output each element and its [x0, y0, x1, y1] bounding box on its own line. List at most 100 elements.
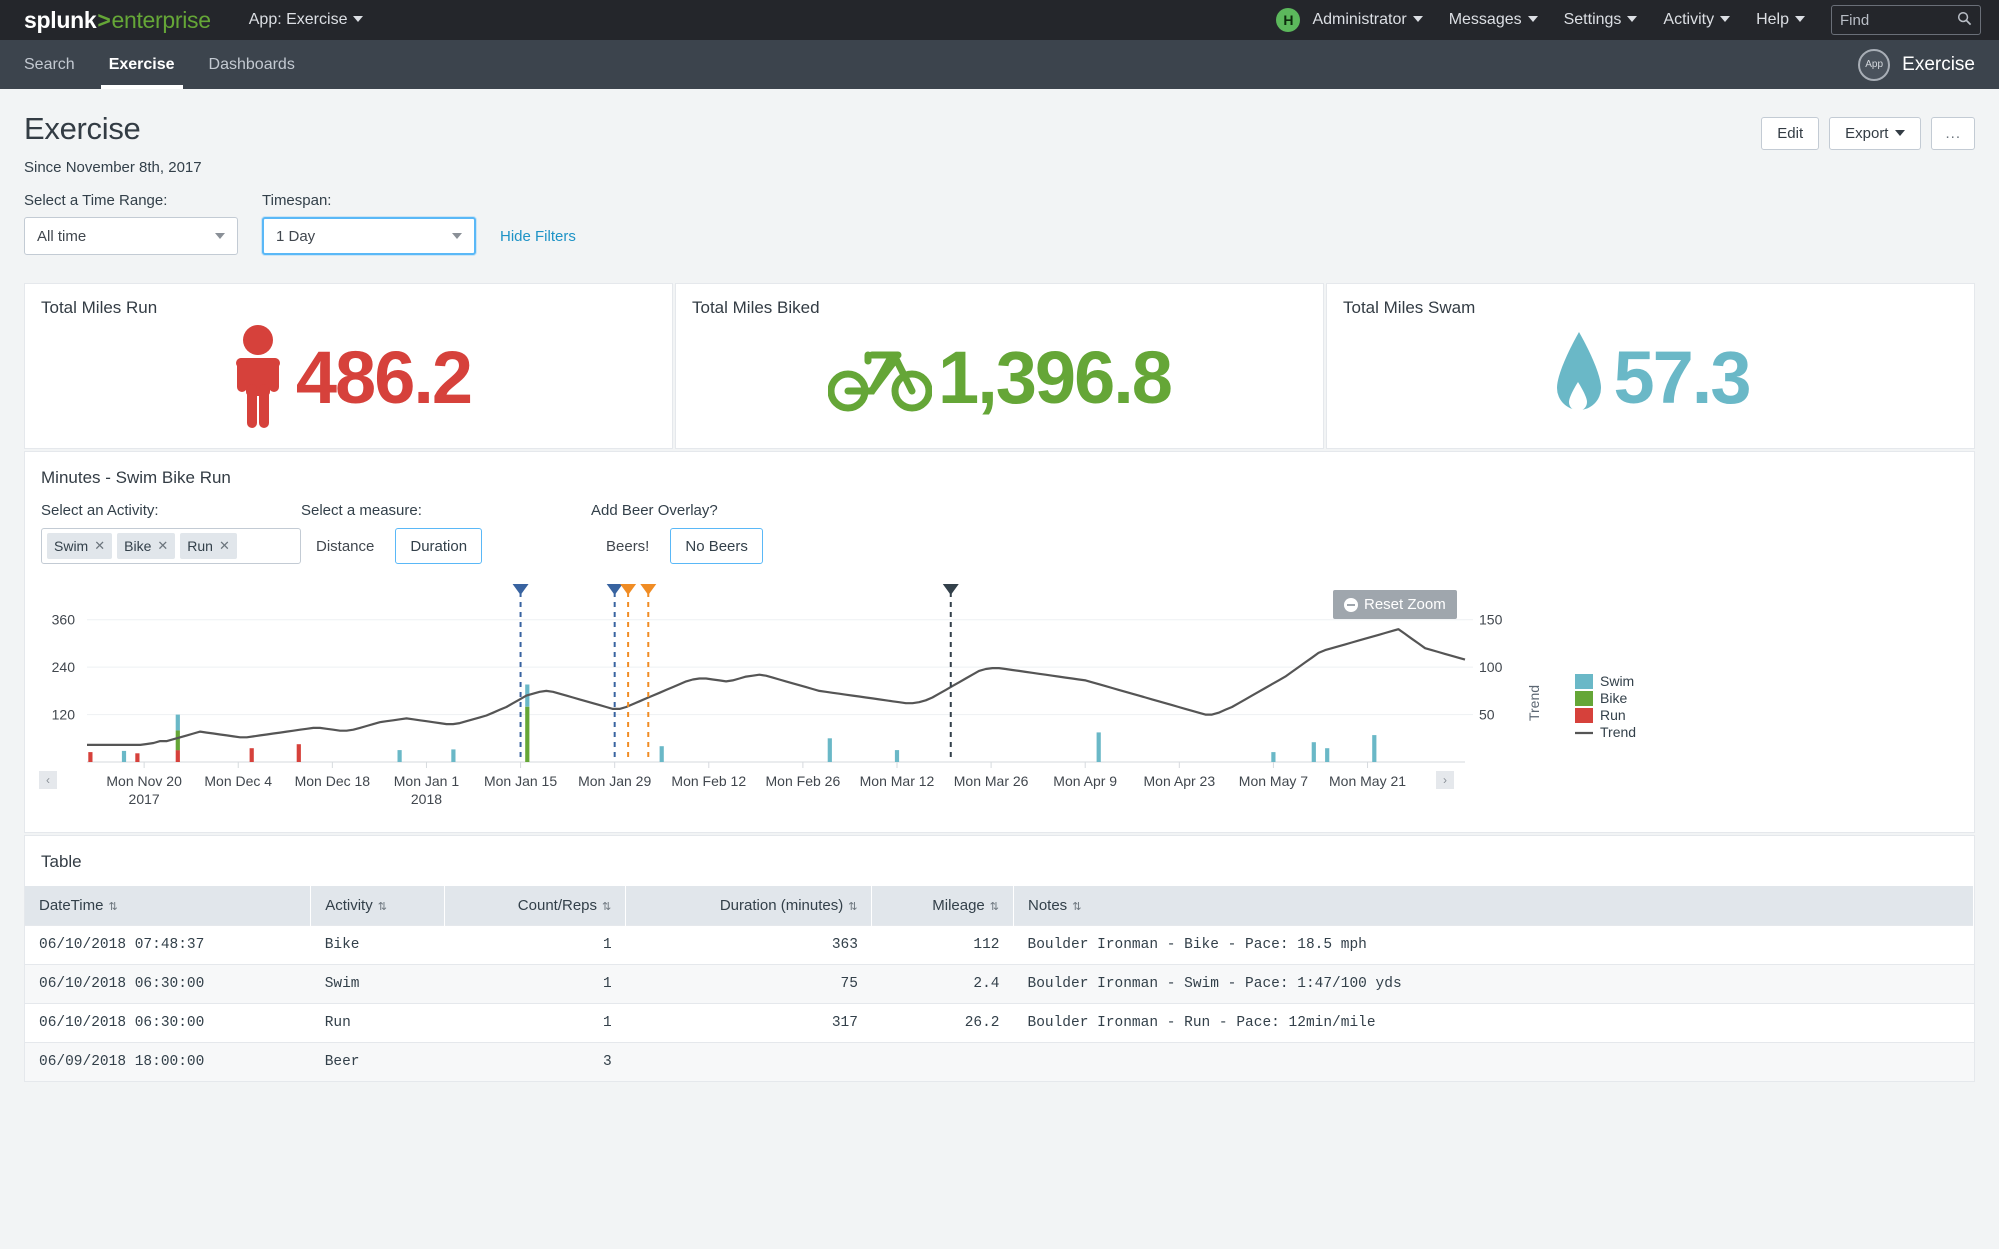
table-column-header[interactable]: Count/Reps⇅	[445, 886, 626, 926]
nav-item-search[interactable]: Search	[24, 40, 75, 89]
sort-arrow-icon[interactable]: ⇅	[108, 900, 117, 913]
bar-swim[interactable]	[828, 738, 832, 762]
close-icon[interactable]: ✕	[157, 538, 168, 554]
nav-item-exercise-label: Exercise	[109, 56, 175, 74]
table-column-header[interactable]: DateTime⇅	[25, 886, 311, 926]
close-icon[interactable]: ✕	[94, 538, 105, 554]
kpi-body: 57.3	[1343, 318, 1958, 438]
beer-option-no-beers[interactable]: No Beers	[670, 528, 763, 564]
beer-overlay-label: Add Beer Overlay?	[591, 502, 763, 519]
bar-swim[interactable]	[660, 746, 664, 762]
bar-bike[interactable]	[176, 730, 180, 750]
legend-label-swim[interactable]: Swim	[1600, 673, 1634, 689]
x-axis-tick-label: Mon Dec 4	[204, 773, 272, 789]
bar-swim[interactable]	[895, 750, 899, 762]
edit-button[interactable]: Edit	[1761, 117, 1819, 150]
token-run[interactable]: Run✕	[180, 533, 237, 559]
nav-item-dashboards[interactable]: Dashboards	[209, 40, 295, 89]
bar-swim[interactable]	[1097, 732, 1101, 762]
bar-swim[interactable]	[122, 751, 126, 762]
chevron-right-icon: ›	[1443, 773, 1447, 787]
bar-swim[interactable]	[398, 750, 402, 762]
bar-bike[interactable]	[525, 707, 529, 762]
annotation-marker-icon[interactable]	[620, 584, 636, 595]
table-cell: 2.4	[872, 965, 1014, 1004]
activity-token-box[interactable]: Swim✕ Bike✕ Run✕	[41, 528, 301, 564]
token-bike[interactable]: Bike✕	[117, 533, 175, 559]
table-row[interactable]: 06/10/2018 06:30:00Run131726.2Boulder Ir…	[25, 1004, 1974, 1043]
trend-line[interactable]	[87, 629, 1465, 745]
legend-label-trend[interactable]: Trend	[1600, 724, 1636, 740]
legend-label-bike[interactable]: Bike	[1600, 690, 1627, 706]
table-cell	[1014, 1043, 1974, 1082]
chevron-down-icon	[1795, 16, 1805, 22]
time-range-select[interactable]: All time	[24, 217, 238, 255]
bar-run[interactable]	[297, 744, 301, 762]
kpi-row: Total Miles Run 486.2 Total Mi	[24, 283, 1975, 449]
table-column-header[interactable]: Duration (minutes)⇅	[626, 886, 872, 926]
table-cell: Swim	[311, 965, 445, 1004]
chart-area[interactable]: 12024036050100150Mon Nov 202017Mon Dec 4…	[25, 582, 1974, 832]
menu-messages[interactable]: Messages	[1449, 11, 1538, 29]
exercise-timechart[interactable]: 12024036050100150Mon Nov 202017Mon Dec 4…	[25, 582, 1974, 832]
annotation-marker-icon[interactable]	[607, 584, 623, 595]
sort-arrow-icon[interactable]: ⇅	[1072, 900, 1081, 913]
menu-administrator[interactable]: Administrator	[1312, 11, 1422, 29]
token-swim[interactable]: Swim✕	[47, 533, 112, 559]
splunk-logo[interactable]: splunk>enterprise	[24, 7, 211, 34]
beer-option-beers[interactable]: Beers!	[591, 528, 664, 564]
x-axis-tick-label: Mon Nov 20	[106, 773, 182, 789]
more-options-button[interactable]: ...	[1931, 117, 1975, 150]
table-header-row: DateTime⇅Activity⇅Count/Reps⇅Duration (m…	[25, 886, 1974, 926]
bar-run[interactable]	[250, 748, 254, 762]
bar-swim[interactable]	[1372, 735, 1376, 762]
table-cell: 112	[872, 926, 1014, 965]
measure-option-duration[interactable]: Duration	[395, 528, 482, 564]
sort-arrow-icon[interactable]: ⇅	[378, 900, 387, 913]
chart-scroll-right[interactable]: ›	[1436, 771, 1454, 789]
page-title: Exercise	[24, 111, 202, 147]
bar-swim[interactable]	[1312, 742, 1316, 762]
avatar[interactable]: H	[1276, 8, 1300, 32]
sort-arrow-icon[interactable]: ⇅	[990, 900, 999, 913]
export-button[interactable]: Export	[1829, 117, 1921, 150]
bar-run[interactable]	[176, 750, 180, 762]
bar-run[interactable]	[88, 752, 92, 762]
sort-arrow-icon[interactable]: ⇅	[602, 900, 611, 913]
time-range-label: Select a Time Range:	[24, 192, 238, 209]
annotation-marker-icon[interactable]	[943, 584, 959, 595]
person-icon	[226, 324, 290, 433]
legend-label-run[interactable]: Run	[1600, 707, 1626, 723]
bar-swim[interactable]	[1325, 748, 1329, 762]
annotation-marker-icon[interactable]	[640, 584, 656, 595]
table-row[interactable]: 06/09/2018 18:00:00Beer3	[25, 1043, 1974, 1082]
bar-swim[interactable]	[1271, 752, 1275, 762]
reset-zoom-label: Reset Zoom	[1364, 596, 1446, 613]
table-row[interactable]: 06/10/2018 06:30:00Swim1752.4Boulder Iro…	[25, 965, 1974, 1004]
bar-swim[interactable]	[176, 715, 180, 731]
table-column-header[interactable]: Activity⇅	[311, 886, 445, 926]
timespan-select[interactable]: 1 Day	[262, 217, 476, 255]
table-column-header[interactable]: Notes⇅	[1014, 886, 1974, 926]
find-input[interactable]: Find	[1831, 5, 1981, 35]
logo-chevron-icon: >	[97, 7, 110, 34]
water-drop-icon	[1551, 328, 1607, 429]
menu-help[interactable]: Help	[1756, 11, 1805, 29]
hide-filters-link[interactable]: Hide Filters	[500, 228, 576, 255]
chart-scroll-left[interactable]: ‹	[39, 771, 57, 789]
nav-item-exercise[interactable]: Exercise	[109, 40, 175, 89]
menu-messages-label: Messages	[1449, 11, 1522, 28]
bar-swim[interactable]	[451, 749, 455, 762]
measure-option-distance[interactable]: Distance	[301, 528, 389, 564]
app-selector-menu[interactable]: App: Exercise	[249, 11, 364, 29]
table-column-header[interactable]: Mileage⇅	[872, 886, 1014, 926]
table-row[interactable]: 06/10/2018 07:48:37Bike1363112Boulder Ir…	[25, 926, 1974, 965]
menu-activity[interactable]: Activity	[1663, 11, 1730, 29]
close-icon[interactable]: ✕	[219, 538, 230, 554]
chart-panel-title: Minutes - Swim Bike Run	[25, 452, 1974, 488]
annotation-marker-icon[interactable]	[513, 584, 529, 595]
reset-zoom-button[interactable]: Reset Zoom	[1333, 590, 1457, 619]
menu-settings[interactable]: Settings	[1564, 11, 1638, 29]
bar-run[interactable]	[135, 753, 139, 762]
sort-arrow-icon[interactable]: ⇅	[848, 900, 857, 913]
